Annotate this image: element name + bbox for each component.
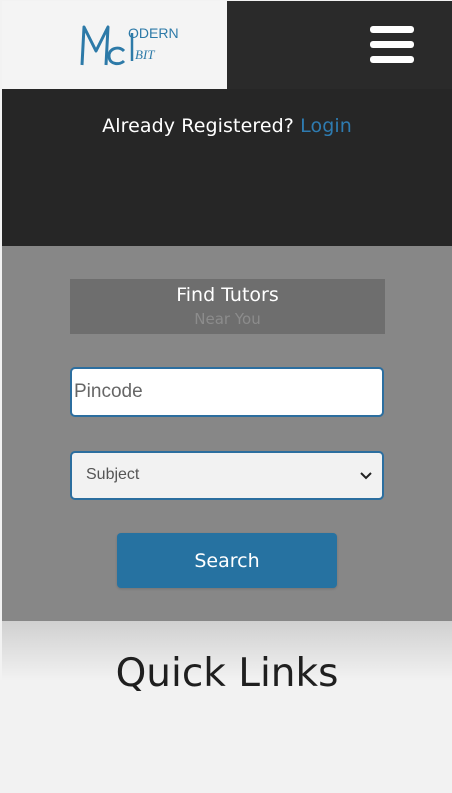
hamburger-icon[interactable] xyxy=(370,26,414,64)
chevron-down-icon xyxy=(360,472,372,480)
logo-area[interactable]: ODERN BIT xyxy=(2,1,227,89)
find-tutors-heading: Find Tutors Near You xyxy=(70,279,385,334)
hamburger-bar xyxy=(370,26,414,33)
already-registered-label: Already Registered? xyxy=(102,115,294,137)
already-registered-text: Already Registered? Login xyxy=(2,115,452,137)
hamburger-bar xyxy=(370,56,414,63)
logo-text-line2: BIT xyxy=(135,47,155,62)
page: ODERN BIT Already Registered? Login Find… xyxy=(2,1,452,793)
find-tutors-subtitle: Near You xyxy=(194,310,261,328)
pincode-input[interactable] xyxy=(70,367,384,417)
registration-band xyxy=(2,89,452,246)
quick-links-title: Quick Links xyxy=(115,651,339,696)
site-header: ODERN BIT xyxy=(2,1,452,89)
subject-select[interactable]: Subject xyxy=(70,451,384,500)
login-link[interactable]: Login xyxy=(300,115,352,137)
search-button[interactable]: Search xyxy=(117,533,337,588)
logo[interactable]: ODERN BIT xyxy=(78,21,188,69)
find-tutors-title: Find Tutors xyxy=(176,284,279,306)
subject-selected-value: Subject xyxy=(86,466,140,483)
hamburger-bar xyxy=(370,41,414,48)
logo-text-line1: ODERN xyxy=(128,25,179,41)
